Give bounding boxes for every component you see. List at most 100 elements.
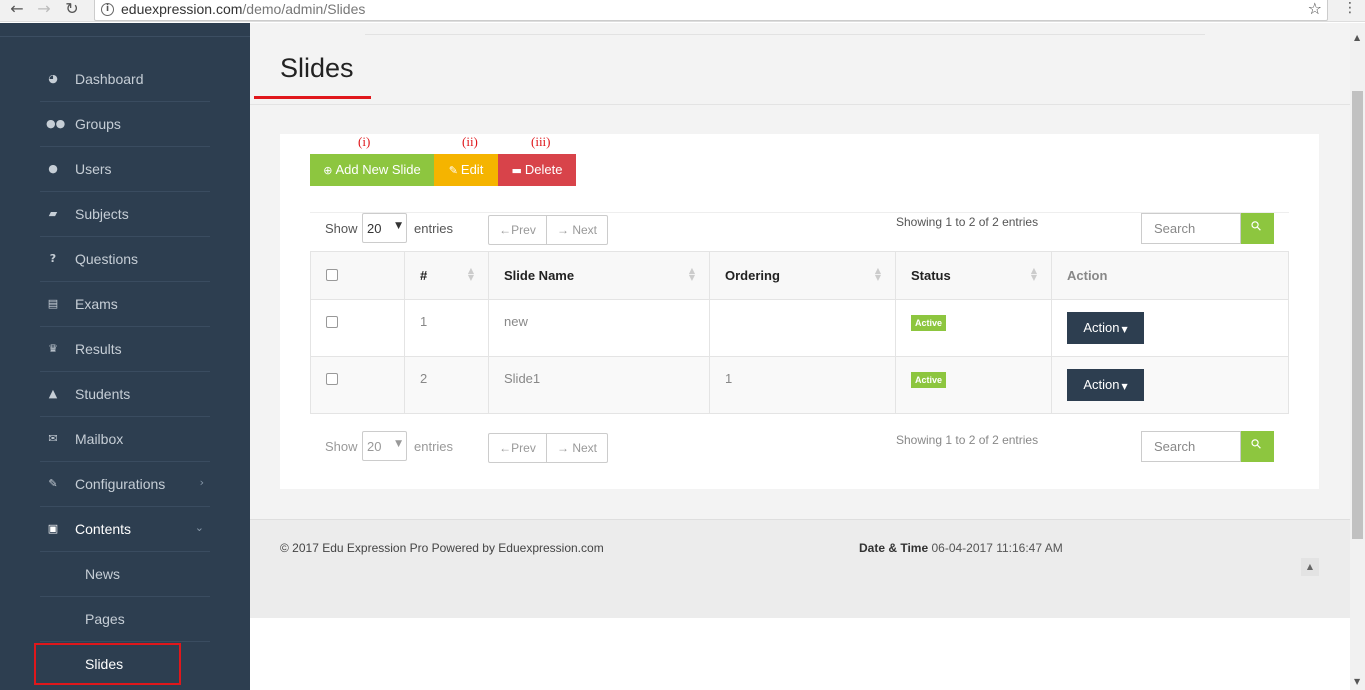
wrench-icon: ✎ xyxy=(48,477,58,490)
column-header-ordering[interactable]: Ordering ▲ ▼ xyxy=(709,251,896,300)
sidebar-item-groups[interactable]: ●● Groups xyxy=(40,102,210,147)
column-header-status[interactable]: Status ▲ ▼ xyxy=(895,251,1052,300)
action-label: Action xyxy=(1083,377,1120,392)
column-header-slide-name[interactable]: Slide Name ▲ ▼ xyxy=(488,251,710,300)
action-dropdown-button[interactable]: Action ▼ xyxy=(1067,312,1144,344)
sidebar-item-label: Questions xyxy=(75,251,139,267)
newspaper-icon: ▣ xyxy=(47,522,59,535)
column-header-action: Action xyxy=(1051,251,1289,300)
edit-label: Edit xyxy=(460,162,484,177)
show-label: Show xyxy=(325,221,358,236)
pagination-bottom: ←Prev → Next xyxy=(488,433,608,463)
search-input[interactable]: Search xyxy=(1141,213,1241,244)
sort-icon: ▲ ▼ xyxy=(688,266,695,282)
sidebar-item-label: Groups xyxy=(75,116,121,132)
search-button[interactable]: ⚲ xyxy=(1241,213,1274,244)
browser-menu-icon[interactable]: ⋮ xyxy=(1343,0,1357,20)
table-header-row: # ▲ ▼ Slide Name ▲ ▼ Ordering ▲ ▼ Status ▲ ▼ Act… xyxy=(310,251,1289,300)
sidebar-subitem-news[interactable]: News xyxy=(40,552,210,597)
sidebar-item-label: Results xyxy=(75,341,122,357)
search-icon: ⚲ xyxy=(1248,217,1266,236)
header-divider xyxy=(250,104,1350,105)
sidebar-item-label: Students xyxy=(75,386,131,402)
vertical-scrollbar[interactable]: ▲ ▼ xyxy=(1350,23,1365,690)
sidebar-item-subjects[interactable]: ▰ Subjects xyxy=(40,192,210,237)
search-button-bottom[interactable]: ⚲ xyxy=(1241,431,1274,462)
slides-highlight-box xyxy=(34,643,181,685)
row-number: 1 xyxy=(404,299,489,357)
sidebar-item-configurations[interactable]: ✎ Configurations › xyxy=(40,462,210,507)
url-path: /demo/admin/Slides xyxy=(242,1,366,17)
search-input-bottom[interactable]: Search xyxy=(1141,431,1241,462)
scroll-to-top-button[interactable]: ▲ xyxy=(1301,558,1319,576)
delete-button[interactable]: ▬ Delete xyxy=(498,154,576,186)
row-ordering: 1 xyxy=(709,356,896,414)
trash-icon: ▬ xyxy=(511,164,522,177)
row-slide-name: new xyxy=(488,299,710,357)
row-action-cell: Action ▼ xyxy=(1051,299,1289,357)
forward-icon[interactable]: → xyxy=(32,0,56,20)
page-title: Slides xyxy=(280,53,354,83)
sidebar-divider xyxy=(0,36,250,37)
slides-table: # ▲ ▼ Slide Name ▲ ▼ Ordering ▲ ▼ Status ▲ ▼ Act… xyxy=(310,251,1289,414)
sidebar-subitem-pages[interactable]: Pages xyxy=(40,597,210,642)
page-size-select-bottom[interactable]: 20 ▼ xyxy=(362,431,407,461)
caret-down-icon: ▼ xyxy=(395,439,402,449)
prev-button[interactable]: ←Prev xyxy=(489,216,547,244)
sidebar-item-dashboard[interactable]: ◕ Dashboard xyxy=(40,57,210,102)
browser-toolbar: ← → ↻ i eduexpression.com/demo/admin/Sli… xyxy=(0,0,1365,22)
sidebar-item-mailbox[interactable]: ✉ Mailbox xyxy=(40,417,210,462)
sidebar: ◕ Dashboard ●● Groups ● Users ▰ Subjects… xyxy=(0,23,250,690)
edit-button[interactable]: ✎ Edit xyxy=(434,154,498,186)
envelope-icon: ✉ xyxy=(48,432,58,445)
url-text[interactable]: eduexpression.com/demo/admin/Slides xyxy=(121,1,365,17)
status-badge: Active xyxy=(911,315,947,331)
chevron-up-icon: ▲ xyxy=(1306,562,1314,571)
page-bottom-area xyxy=(250,618,1350,690)
sort-icon: ▲ ▼ xyxy=(467,266,474,282)
url-domain: eduexpression.com xyxy=(121,1,243,17)
datetime-value: 06-04-2017 11:16:47 AM xyxy=(931,541,1063,555)
annotation-ii: (ii) xyxy=(462,134,478,149)
sidebar-item-contents[interactable]: ▣ Contents ⌄ xyxy=(40,507,210,552)
sidebar-item-label: Configurations xyxy=(75,476,166,492)
entries-label-bottom: entries xyxy=(414,439,454,454)
sidebar-item-users[interactable]: ● Users xyxy=(40,147,210,192)
action-dropdown-button[interactable]: Action ▼ xyxy=(1067,369,1144,401)
row-ordering xyxy=(709,299,896,357)
next-button[interactable]: → Next xyxy=(547,216,607,244)
column-header-number[interactable]: # ▲ ▼ xyxy=(404,251,489,300)
page-size-value: 20 xyxy=(367,221,382,236)
slides-panel: (i) (ii) (iii) ⊕ Add New Slide ✎ Edit ▬ Del… xyxy=(280,134,1319,489)
sort-icon: ▲ ▼ xyxy=(874,266,881,282)
sidebar-item-results[interactable]: ♛ Results xyxy=(40,327,210,372)
address-bar[interactable]: i eduexpression.com/demo/admin/Slides ☆ xyxy=(94,0,1328,21)
page-size-select[interactable]: 20 ▼ xyxy=(362,213,407,243)
user-icon: ● xyxy=(48,162,58,175)
row-checkbox[interactable] xyxy=(326,373,338,385)
sidebar-subitem-label: News xyxy=(85,566,121,582)
scroll-down-icon[interactable]: ▼ xyxy=(1354,677,1360,686)
info-icon[interactable]: i xyxy=(101,3,114,16)
add-new-slide-button[interactable]: ⊕ Add New Slide xyxy=(310,154,434,186)
scroll-up-icon[interactable]: ▲ xyxy=(1354,33,1360,42)
next-button[interactable]: → Next xyxy=(547,434,607,462)
sidebar-item-students[interactable]: ▲ Students xyxy=(40,372,210,417)
prev-button[interactable]: ←Prev xyxy=(489,434,547,462)
scrollbar-thumb[interactable] xyxy=(1352,91,1363,539)
sidebar-item-exams[interactable]: ▤ Exams xyxy=(40,282,210,327)
sidebar-subitem-label: Pages xyxy=(85,611,125,627)
main-content: Slides (i) (ii) (iii) ⊕ Add New Slide ✎ Ed… xyxy=(250,23,1350,690)
caret-down-icon: ▼ xyxy=(1121,382,1128,391)
groups-icon: ●● xyxy=(46,117,66,130)
back-icon[interactable]: ← xyxy=(5,0,29,20)
select-all-checkbox[interactable] xyxy=(326,269,338,281)
bookmark-star-icon[interactable]: ☆ xyxy=(1308,0,1322,18)
footer: © 2017 Edu Expression Pro Powered by Edu… xyxy=(250,519,1350,618)
sidebar-item-label: Dashboard xyxy=(75,71,144,87)
delete-label: Delete xyxy=(524,162,563,177)
row-select-cell xyxy=(310,356,405,414)
row-checkbox[interactable] xyxy=(326,316,338,328)
sidebar-item-questions[interactable]: ? Questions xyxy=(40,237,210,282)
reload-icon[interactable]: ↻ xyxy=(60,0,84,20)
